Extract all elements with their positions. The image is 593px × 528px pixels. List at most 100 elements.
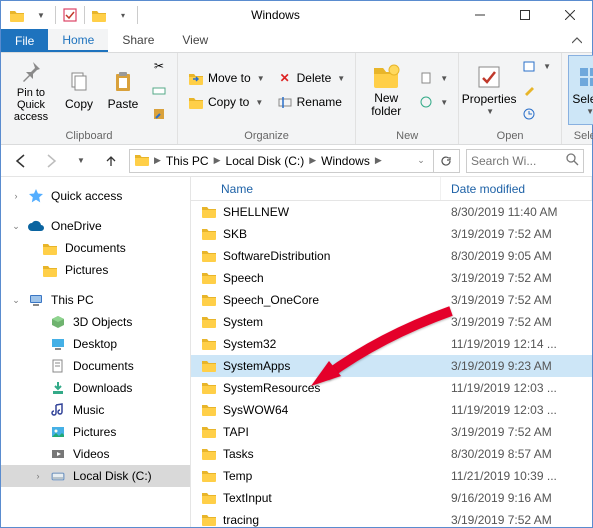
copy-path-button[interactable] bbox=[147, 79, 171, 101]
properties-qat-icon[interactable] bbox=[58, 3, 82, 27]
file-row[interactable]: SystemApps3/19/2019 9:23 AM bbox=[191, 355, 592, 377]
folder-icon bbox=[201, 336, 217, 353]
chevron-down-icon: ▼ bbox=[337, 74, 345, 83]
nav-item[interactable]: Music bbox=[1, 399, 190, 421]
cut-button[interactable]: ✂ bbox=[147, 55, 171, 77]
nav-onedrive-pictures[interactable]: Pictures bbox=[1, 259, 190, 281]
chevron-down-icon[interactable]: ⌄ bbox=[11, 295, 21, 306]
file-row[interactable]: Speech3/19/2019 7:52 AM bbox=[191, 267, 592, 289]
nav-quick-access[interactable]: › Quick access bbox=[1, 185, 190, 207]
chevron-down-icon[interactable]: ⌄ bbox=[11, 221, 21, 232]
refresh-button[interactable] bbox=[433, 150, 457, 172]
up-button[interactable] bbox=[99, 149, 123, 173]
forward-button[interactable] bbox=[39, 149, 63, 173]
chevron-right-icon[interactable]: › bbox=[11, 191, 21, 201]
new-item-button[interactable]: ▼ bbox=[414, 67, 452, 89]
navigation-pane[interactable]: › Quick access ⌄ OneDrive Documents Pict… bbox=[1, 177, 191, 527]
minimize-button[interactable] bbox=[457, 1, 502, 29]
chevron-right-icon[interactable]: › bbox=[33, 471, 43, 481]
history-icon bbox=[521, 106, 537, 122]
nav-onedrive[interactable]: ⌄ OneDrive bbox=[1, 215, 190, 237]
copy-to-button[interactable]: Copy to▼ bbox=[184, 91, 269, 113]
history-dropdown[interactable]: ⌄ bbox=[409, 150, 433, 172]
qat-customize[interactable]: ▾ bbox=[111, 3, 135, 27]
folder-icon bbox=[201, 468, 217, 485]
rename-button[interactable]: Rename bbox=[273, 91, 350, 113]
nav-item[interactable]: 3D Objects bbox=[1, 311, 190, 333]
address-bar[interactable]: ▶ This PC ▶ Local Disk (C:) ▶ Windows ▶ … bbox=[129, 149, 460, 173]
file-row[interactable]: Temp11/21/2019 10:39 ... bbox=[191, 465, 592, 487]
file-row[interactable]: TextInput9/16/2019 9:16 AM bbox=[191, 487, 592, 509]
paste-button[interactable]: Paste bbox=[103, 55, 143, 125]
tab-home[interactable]: Home bbox=[48, 29, 108, 52]
search-box[interactable] bbox=[466, 149, 584, 173]
cloud-icon bbox=[27, 217, 45, 235]
qat-dropdown[interactable]: ▼ bbox=[29, 3, 53, 27]
delete-button[interactable]: ✕Delete▼ bbox=[273, 67, 350, 89]
open-button[interactable]: ▼ bbox=[517, 55, 555, 77]
nav-item[interactable]: Downloads bbox=[1, 377, 190, 399]
chevron-right-icon[interactable]: ▶ bbox=[152, 155, 163, 166]
nav-item[interactable]: Videos bbox=[1, 443, 190, 465]
column-header-date[interactable]: Date modified bbox=[441, 177, 592, 200]
copy-to-icon bbox=[188, 94, 204, 110]
rename-icon bbox=[277, 94, 293, 110]
move-to-button[interactable]: Move to▼ bbox=[184, 67, 269, 89]
crumb-windows[interactable]: Windows bbox=[318, 150, 373, 172]
collapse-ribbon-button[interactable] bbox=[562, 29, 592, 52]
tab-view[interactable]: View bbox=[168, 29, 222, 52]
item-icon bbox=[49, 467, 67, 485]
file-row[interactable]: SHELLNEW8/30/2019 11:40 AM bbox=[191, 201, 592, 223]
nav-this-pc[interactable]: ⌄ This PC bbox=[1, 289, 190, 311]
crumb-this-pc[interactable]: This PC bbox=[163, 150, 212, 172]
nav-item[interactable]: Documents bbox=[1, 355, 190, 377]
file-tab[interactable]: File bbox=[1, 29, 48, 52]
file-row[interactable]: SoftwareDistribution8/30/2019 9:05 AM bbox=[191, 245, 592, 267]
back-button[interactable] bbox=[9, 149, 33, 173]
pin-to-quick-access-button[interactable]: Pin to Quick access bbox=[7, 55, 55, 125]
edit-button[interactable] bbox=[517, 79, 555, 101]
group-label-select: Select bbox=[568, 129, 593, 143]
nav-item[interactable]: Desktop bbox=[1, 333, 190, 355]
select-button[interactable]: Select ▼ bbox=[568, 55, 593, 125]
crumb-local-disk[interactable]: Local Disk (C:) bbox=[223, 150, 308, 172]
easy-access-button[interactable]: ▼ bbox=[414, 91, 452, 113]
column-header-name[interactable]: Name bbox=[191, 177, 441, 200]
chevron-right-icon[interactable]: ▶ bbox=[307, 155, 318, 166]
nav-item[interactable]: ›Local Disk (C:) bbox=[1, 465, 190, 487]
file-list[interactable]: Name Date modified SHELLNEW8/30/2019 11:… bbox=[191, 177, 592, 527]
new-folder-button[interactable]: New folder bbox=[362, 55, 410, 125]
file-row[interactable]: TAPI3/19/2019 7:52 AM bbox=[191, 421, 592, 443]
properties-button[interactable]: Properties ▼ bbox=[465, 55, 513, 125]
file-row[interactable]: Tasks8/30/2019 8:57 AM bbox=[191, 443, 592, 465]
file-date: 3/19/2019 7:52 AM bbox=[441, 513, 592, 527]
item-icon bbox=[49, 313, 67, 331]
chevron-right-icon[interactable]: ▶ bbox=[212, 155, 223, 166]
file-row[interactable]: tracing3/19/2019 7:52 AM bbox=[191, 509, 592, 527]
nav-onedrive-documents[interactable]: Documents bbox=[1, 237, 190, 259]
history-button[interactable] bbox=[517, 103, 555, 125]
item-icon bbox=[49, 335, 67, 353]
chevron-right-icon[interactable]: ▶ bbox=[373, 155, 384, 166]
nav-item[interactable]: Pictures bbox=[1, 421, 190, 443]
easy-access-icon bbox=[418, 94, 434, 110]
recent-locations-button[interactable]: ▼ bbox=[69, 149, 93, 173]
maximize-button[interactable] bbox=[502, 1, 547, 29]
item-icon bbox=[49, 445, 67, 463]
search-icon bbox=[566, 153, 579, 169]
file-row[interactable]: SKB3/19/2019 7:52 AM bbox=[191, 223, 592, 245]
paste-shortcut-button[interactable] bbox=[147, 103, 171, 125]
file-row[interactable]: System3211/19/2019 12:14 ... bbox=[191, 333, 592, 355]
folder-qat-icon-2[interactable] bbox=[87, 3, 111, 27]
copy-button[interactable]: Copy bbox=[59, 55, 99, 125]
file-row[interactable]: SysWOW6411/19/2019 12:03 ... bbox=[191, 399, 592, 421]
file-row[interactable]: System3/19/2019 7:52 AM bbox=[191, 311, 592, 333]
file-row[interactable]: SystemResources11/19/2019 12:03 ... bbox=[191, 377, 592, 399]
file-row[interactable]: Speech_OneCore3/19/2019 7:52 AM bbox=[191, 289, 592, 311]
tab-share[interactable]: Share bbox=[108, 29, 168, 52]
star-icon bbox=[27, 187, 45, 205]
folder-qat-icon[interactable] bbox=[5, 3, 29, 27]
close-button[interactable] bbox=[547, 1, 592, 29]
group-label-new: New bbox=[362, 129, 452, 143]
search-input[interactable] bbox=[471, 154, 562, 168]
